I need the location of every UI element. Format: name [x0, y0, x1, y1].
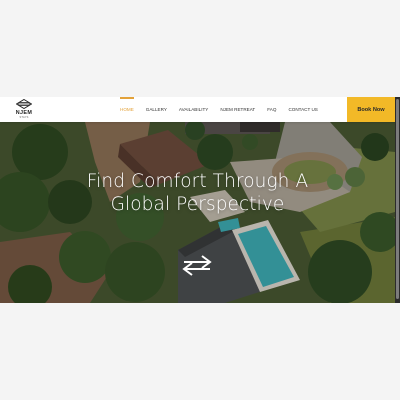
nav-item-faq[interactable]: FAQ: [267, 97, 276, 122]
nav-item-njem-retreat[interactable]: NJEM RETREAT: [220, 97, 255, 122]
brand-tagline: STAYS: [19, 116, 29, 119]
logo-mark-icon: [16, 99, 32, 109]
nav-item-home[interactable]: HOME: [120, 97, 134, 122]
website-viewport: NJEM STAYS HOME GALLERY AVAILABILITY NJE…: [0, 97, 400, 303]
page-scrollbar[interactable]: [395, 97, 400, 303]
nav-item-contact-us[interactable]: CONTACT US: [288, 97, 317, 122]
book-now-button[interactable]: Book Now: [347, 97, 395, 122]
hero-section: Find Comfort Through A Global Perspectiv…: [0, 122, 395, 303]
nav-item-gallery[interactable]: GALLERY: [146, 97, 167, 122]
hero-headline: Find Comfort Through A Global Perspectiv…: [86, 171, 309, 215]
swap-arrows-icon[interactable]: [180, 254, 214, 276]
navbar: NJEM STAYS HOME GALLERY AVAILABILITY NJE…: [0, 97, 400, 122]
brand-logo[interactable]: NJEM STAYS: [12, 99, 36, 121]
nav-item-availability[interactable]: AVAILABILITY: [179, 97, 208, 122]
scrollbar-thumb[interactable]: [396, 99, 399, 299]
main-menu: HOME GALLERY AVAILABILITY NJEM RETREAT F…: [120, 97, 330, 122]
